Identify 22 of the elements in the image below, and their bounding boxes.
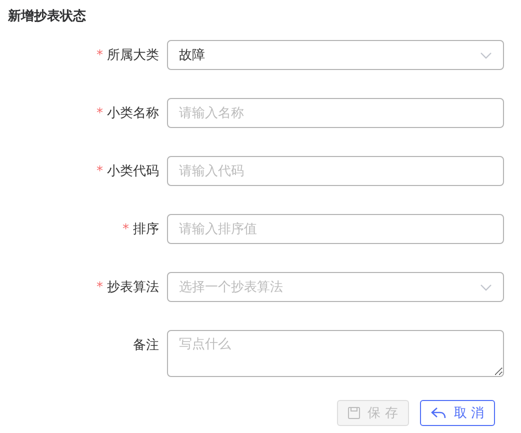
field-label: 排序 <box>133 221 159 238</box>
required-mark: * <box>96 280 103 294</box>
chevron-down-icon <box>480 52 492 58</box>
select-field[interactable]: 故障 <box>167 40 504 70</box>
field-label: 小类名称 <box>107 105 159 122</box>
field-label: 小类代码 <box>107 163 159 180</box>
cancel-button[interactable]: 取 消 <box>420 400 495 426</box>
save-icon <box>348 407 360 419</box>
required-mark: * <box>96 106 103 120</box>
input-field[interactable]: 请输入名称 <box>167 98 504 128</box>
required-mark: * <box>96 164 103 178</box>
field-label: 备注 <box>133 337 159 354</box>
required-mark: * <box>122 222 129 236</box>
textarea-field[interactable]: 写点什么 <box>167 330 504 377</box>
required-mark: * <box>96 48 103 62</box>
chevron-down-icon <box>480 284 492 290</box>
input-field[interactable]: 请输入排序值 <box>167 214 504 244</box>
input-field[interactable]: 请输入代码 <box>167 156 504 186</box>
field-label: 抄表算法 <box>107 279 159 296</box>
undo-icon <box>430 407 446 419</box>
field-label: 所属大类 <box>107 47 159 64</box>
form-title: 新增抄表状态 <box>8 8 87 26</box>
